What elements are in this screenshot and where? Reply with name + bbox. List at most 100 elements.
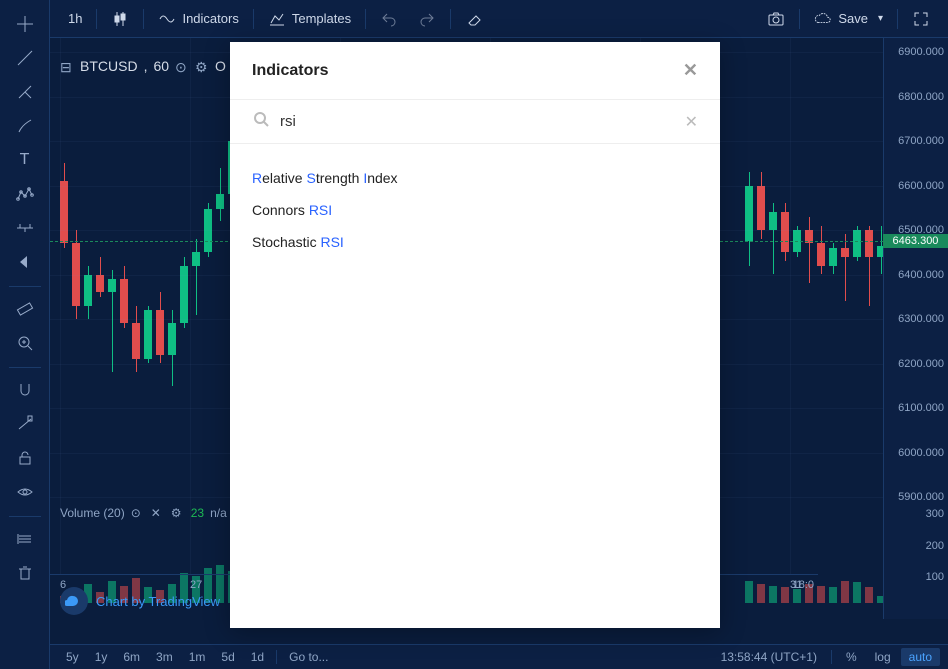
prediction-tool[interactable] (7, 212, 43, 244)
close-icon[interactable]: ✕ (683, 60, 698, 81)
price-tick: 5900.000 (898, 491, 944, 503)
price-tick: 6300.000 (898, 313, 944, 325)
gear-icon[interactable]: ⚙ (195, 59, 209, 73)
search-icon (252, 110, 270, 133)
log-button[interactable]: log (867, 648, 899, 666)
range-1m[interactable]: 1m (181, 648, 214, 666)
interval-selector[interactable]: 1h (58, 6, 92, 31)
indicator-result[interactable]: Connors RSI (230, 194, 720, 226)
screenshot-button[interactable] (757, 5, 795, 33)
text-tool[interactable]: T (7, 144, 43, 176)
auto-button[interactable]: auto (901, 648, 940, 666)
ruler-tool[interactable] (7, 293, 43, 325)
undo-icon (380, 10, 398, 28)
price-tick: 6900.000 (898, 46, 944, 58)
undo-button[interactable] (370, 5, 408, 33)
symbol-interval: 60 (153, 58, 169, 74)
separator (365, 9, 366, 29)
collapse-icon[interactable]: ⊟ (60, 59, 74, 73)
price-tick: 6100.000 (898, 402, 944, 414)
redo-icon (418, 10, 436, 28)
eraser-icon (465, 10, 483, 28)
close-icon[interactable]: ✕ (151, 506, 165, 520)
time-tick: 18:0 (793, 579, 814, 591)
templates-label: Templates (292, 11, 351, 26)
time-tick: 6 (60, 579, 66, 591)
magnet-tool[interactable] (7, 374, 43, 406)
range-6m[interactable]: 6m (115, 648, 148, 666)
eraser-button[interactable] (455, 5, 493, 33)
pattern-tool[interactable] (7, 178, 43, 210)
trendline-tool[interactable] (7, 42, 43, 74)
price-tick: 6400.000 (898, 269, 944, 281)
eye-tool[interactable] (7, 476, 43, 508)
templates-button[interactable]: Templates (258, 5, 361, 33)
volume-label: Volume (20) (60, 506, 125, 520)
separator (276, 650, 277, 664)
search-input[interactable] (280, 113, 675, 130)
volume-na: n/a (210, 506, 227, 520)
goto-button[interactable]: Go to... (281, 648, 336, 666)
current-price-label: 6463.300 (883, 234, 948, 248)
price-tick: 6600.000 (898, 180, 944, 192)
indicator-result[interactable]: Relative Strength Index (230, 162, 720, 194)
range-5d[interactable]: 5d (213, 648, 242, 666)
separator (96, 9, 97, 29)
separator (143, 9, 144, 29)
indicator-result[interactable]: Stochastic RSI (230, 226, 720, 258)
price-axis[interactable]: 6900.0006800.0006700.0006600.0006500.000… (883, 38, 948, 619)
separator (450, 9, 451, 29)
chart-style-button[interactable] (101, 5, 139, 33)
trash-tool[interactable] (7, 557, 43, 589)
indicators-label: Indicators (182, 11, 238, 26)
crosshair-tool[interactable] (7, 8, 43, 40)
lock-tool[interactable] (7, 442, 43, 474)
price-tick: 6200.000 (898, 358, 944, 370)
range-3m[interactable]: 3m (148, 648, 181, 666)
lock-drawings-tool[interactable] (7, 408, 43, 440)
fullscreen-icon (912, 10, 930, 28)
price-tick: 6000.000 (898, 447, 944, 459)
candles-icon (111, 10, 129, 28)
clear-icon[interactable]: ✕ (685, 112, 698, 132)
save-button[interactable]: Save ▾ (804, 5, 893, 33)
range-1y[interactable]: 1y (87, 648, 116, 666)
cloud-icon (814, 10, 832, 28)
gear-icon[interactable]: ⚙ (171, 506, 185, 520)
volume-tick: 200 (926, 540, 944, 552)
redo-button[interactable] (408, 5, 446, 33)
clock: 13:58:44 (UTC+1) (713, 648, 825, 666)
range-5y[interactable]: 5y (58, 648, 87, 666)
objects-tree-tool[interactable] (7, 523, 43, 555)
volume-legend: Volume (20) ⊙ ✕ ⚙ 23 n/a (60, 506, 227, 520)
results-list: Relative Strength IndexConnors RSIStocha… (230, 144, 720, 276)
settings-icon[interactable]: ⊙ (131, 506, 145, 520)
separator (831, 650, 832, 664)
volume-value: 23 (191, 506, 204, 520)
pitchfork-tool[interactable] (7, 76, 43, 108)
brush-tool[interactable] (7, 110, 43, 142)
percent-button[interactable]: % (838, 648, 865, 666)
price-tick: 6800.000 (898, 91, 944, 103)
back-arrow-icon[interactable] (7, 246, 43, 278)
indicators-modal: Indicators ✕ ✕ Relative Strength IndexCo… (230, 42, 720, 628)
credit-label: Chart by TradingView (96, 594, 220, 609)
chevron-down-icon: ▾ (878, 13, 883, 24)
template-icon (268, 10, 286, 28)
ohlc-prefix: O (215, 58, 226, 74)
settings-icon[interactable]: ⊙ (175, 59, 189, 73)
fullscreen-button[interactable] (902, 5, 940, 33)
symbol-legend: ⊟ BTCUSD, 60 ⊙ ⚙ O (60, 58, 226, 74)
time-tick: 27 (190, 579, 202, 591)
wave-icon (158, 10, 176, 28)
save-label: Save (838, 11, 868, 26)
zoom-tool[interactable] (7, 327, 43, 359)
top-toolbar: 1h Indicators Templates Save ▾ (50, 0, 948, 38)
range-1d[interactable]: 1d (243, 648, 272, 666)
indicators-button[interactable]: Indicators (148, 5, 248, 33)
separator (253, 9, 254, 29)
modal-title: Indicators (252, 62, 328, 80)
drawing-toolbar: T (0, 0, 50, 669)
symbol-name: BTCUSD (80, 58, 138, 74)
time-range-selector: 5y1y6m3m1m5d1d (58, 648, 272, 666)
